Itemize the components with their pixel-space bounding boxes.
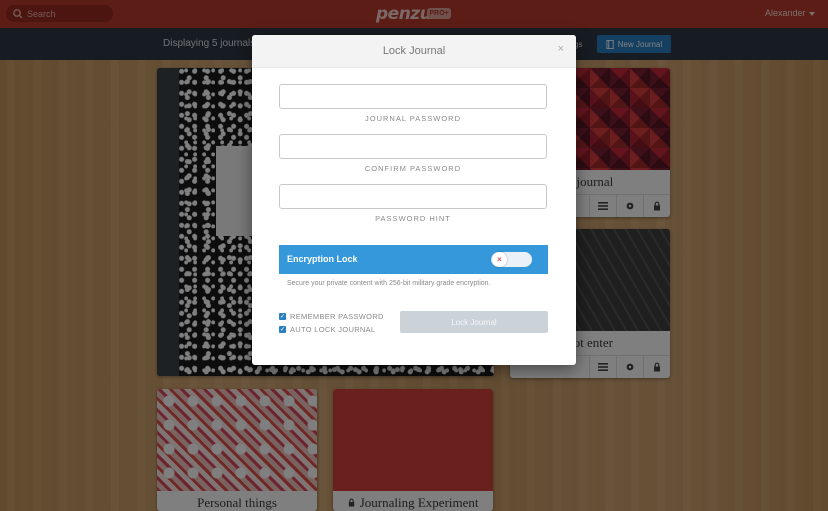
dialog-header: Lock Journal: [252, 35, 576, 68]
lock-journal-dialog: Lock Journal × JOURNAL PASSWORD CONFIRM …: [252, 35, 576, 365]
checkbox-checked-icon: ✓: [279, 313, 286, 320]
password-hint-input[interactable]: [279, 184, 547, 209]
dialog-title: Lock Journal: [382, 45, 446, 57]
checkbox-checked-icon: ✓: [279, 326, 286, 333]
journal-password-input[interactable]: [279, 84, 547, 109]
confirm-password-input[interactable]: [279, 134, 547, 159]
encryption-lock-row: Encryption Lock ×: [279, 245, 548, 274]
auto-lock-checkbox[interactable]: ✓ AUTO LOCK JOURNAL: [279, 325, 375, 334]
auto-lock-label: AUTO LOCK JOURNAL: [290, 325, 376, 334]
close-icon[interactable]: ×: [558, 43, 564, 55]
password-hint-label: PASSWORD HINT: [375, 214, 451, 223]
toggle-off-x-icon: ×: [492, 252, 507, 267]
encryption-lock-label: Encryption Lock: [287, 254, 358, 264]
encryption-toggle[interactable]: ×: [491, 252, 532, 267]
lock-journal-button[interactable]: Lock Journal: [400, 311, 548, 333]
encryption-description: Secure your private content with 256-bit…: [287, 280, 491, 287]
remember-password-checkbox[interactable]: ✓ REMEMBER PASSWORD: [279, 312, 384, 321]
confirm-password-label: CONFIRM PASSWORD: [364, 164, 462, 173]
remember-password-label: REMEMBER PASSWORD: [290, 312, 384, 321]
journal-password-label: JOURNAL PASSWORD: [364, 114, 461, 123]
